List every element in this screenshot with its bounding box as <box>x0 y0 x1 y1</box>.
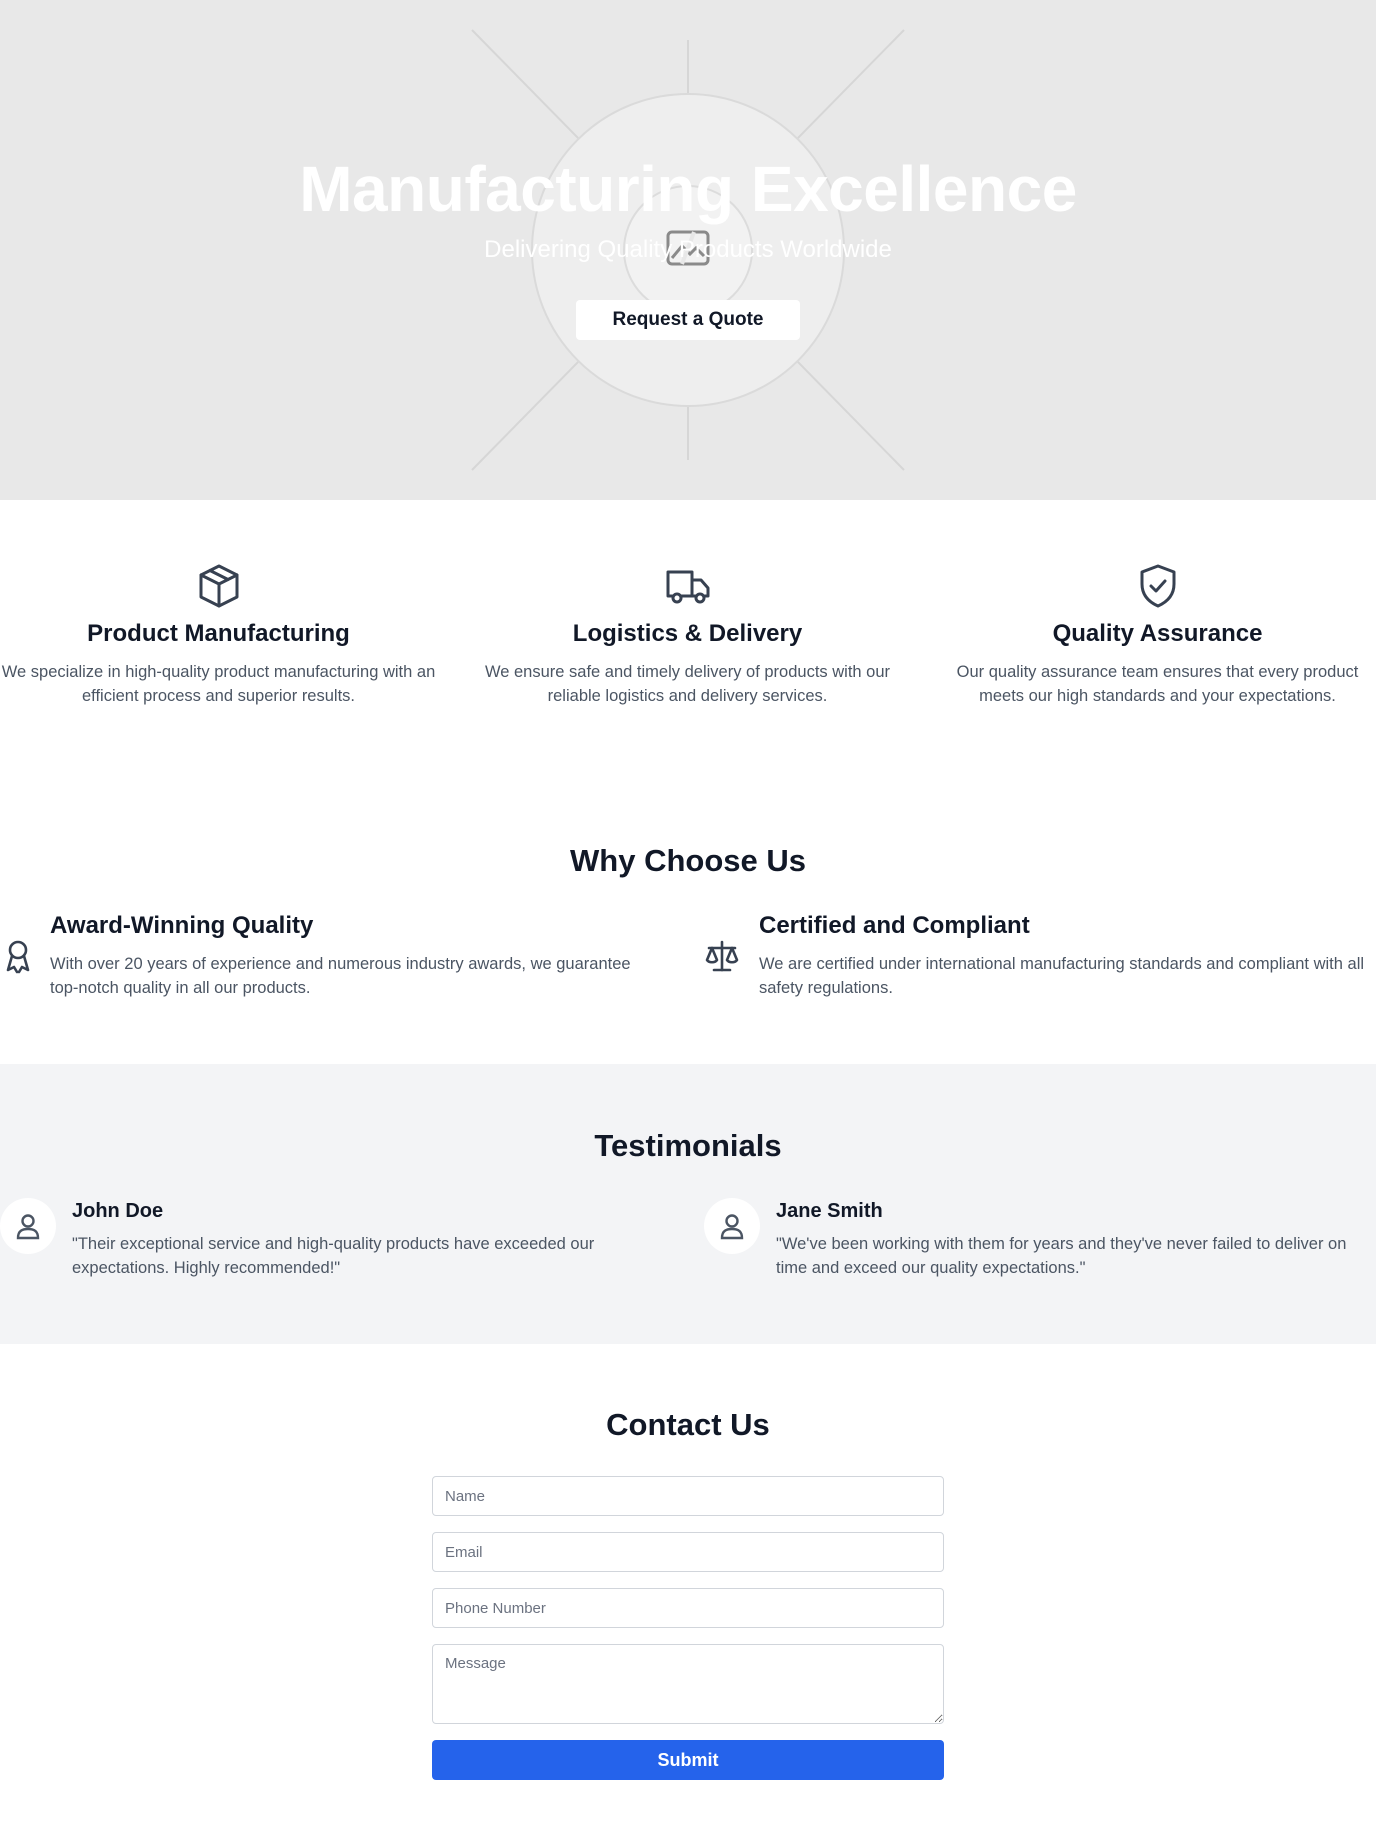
request-quote-button[interactable]: Request a Quote <box>576 300 800 340</box>
service-description: We ensure safe and timely delivery of pr… <box>484 663 891 705</box>
testimonial-quote: "Their exceptional service and high-qual… <box>72 1235 595 1277</box>
submit-button[interactable]: Submit <box>432 1740 944 1780</box>
service-description: We specialize in high-quality product ma… <box>1 663 436 705</box>
name-field[interactable] <box>432 1476 944 1516</box>
avatar <box>0 1198 56 1254</box>
service-card-logistics: Logistics & Delivery We ensure safe and … <box>469 562 906 708</box>
service-title: Quality Assurance <box>1052 620 1263 647</box>
why-choose-us-title: Why Choose Us <box>570 843 806 878</box>
service-card-quality: Quality Assurance Our quality assurance … <box>939 562 1376 708</box>
phone-number-field[interactable] <box>432 1588 944 1628</box>
hero-subtitle: Delivering Quality Products Worldwide <box>484 236 892 263</box>
hero-title: Manufacturing Excellence <box>299 153 1077 225</box>
service-title: Product Manufacturing <box>87 620 350 647</box>
shield-check-icon <box>1140 564 1175 608</box>
feature-description: With over 20 years of experience and num… <box>50 955 631 997</box>
scales-icon <box>705 940 739 972</box>
user-icon <box>16 1214 40 1240</box>
testimonial-name: Jane Smith <box>776 1200 883 1222</box>
testimonial-quote: "We've been working with them for years … <box>776 1235 1347 1277</box>
feature-title: Award-Winning Quality <box>50 912 314 939</box>
testimonial-name: John Doe <box>72 1200 164 1222</box>
award-ribbon-icon <box>6 940 30 974</box>
service-card-manufacturing: Product Manufacturing We specialize in h… <box>0 562 437 708</box>
message-field[interactable] <box>432 1644 944 1724</box>
service-description: Our quality assurance team ensures that … <box>956 663 1359 705</box>
feature-description: We are certified under international man… <box>759 955 1365 997</box>
testimonials-section: Testimonials John Doe "Their exceptional… <box>0 1064 1376 1344</box>
services-section: Product Manufacturing We specialize in h… <box>0 500 1376 810</box>
testimonials-title: Testimonials <box>594 1128 782 1163</box>
service-title: Logistics & Delivery <box>572 620 803 647</box>
hero-section: Manufacturing Excellence Delivering Qual… <box>0 0 1376 500</box>
package-box-icon <box>199 564 238 608</box>
feature-title: Certified and Compliant <box>759 912 1030 939</box>
user-icon <box>720 1214 744 1240</box>
delivery-truck-icon <box>666 570 709 604</box>
avatar <box>704 1198 760 1254</box>
contact-us-title: Contact Us <box>606 1407 770 1442</box>
email-field[interactable] <box>432 1532 944 1572</box>
